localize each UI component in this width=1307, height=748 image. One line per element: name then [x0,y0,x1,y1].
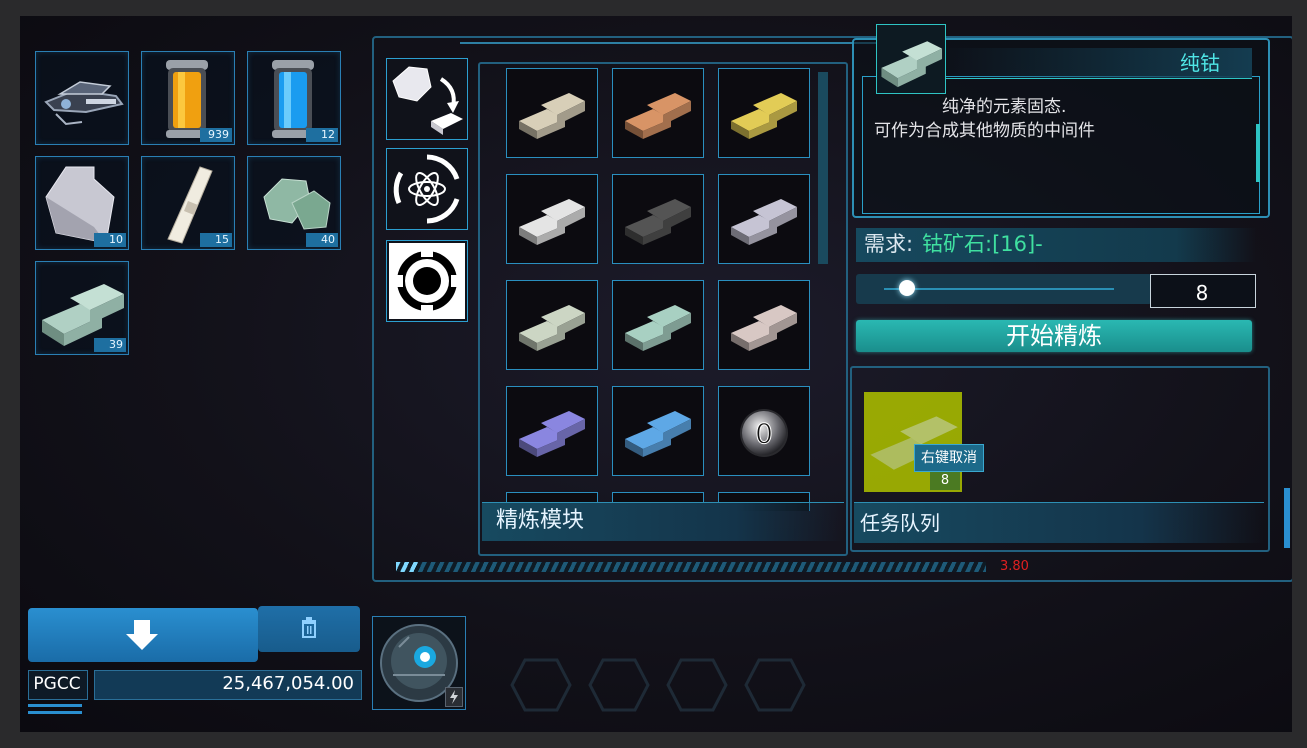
ingot-icon [731,305,797,351]
item-count: 39 [94,338,126,352]
inventory-slot-drone[interactable] [35,51,129,145]
description-line-2: 可作为合成其他物质的中间件 [874,121,1095,141]
recipe-slot-ingot[interactable] [506,174,598,264]
hex-slot-1[interactable] [510,658,572,712]
recipe-slot-ingot[interactable] [506,280,598,370]
hex-slot-3[interactable] [666,658,728,712]
panel-top-accent [460,42,880,44]
inventory-slot-orange-canister[interactable]: 939 [141,51,235,145]
hex-slot-4[interactable] [744,658,806,712]
module-core-button[interactable] [386,240,468,322]
quantity-value: 8 [1195,281,1209,305]
status-value: 3.80 [1000,559,1029,574]
detail-item-icon [876,24,946,94]
game-screen: 939 12 10 15 40 39 0 精炼模块 纯钴 纯净的元素固态. 可作… [20,16,1292,732]
ingot-icon [625,411,691,457]
atom-cycle-icon [393,154,460,224]
start-refine-label: 开始精炼 [1006,322,1102,350]
ingot-icon [519,305,585,351]
atom-recycle-button[interactable] [386,148,468,230]
recipe-slot-ingot[interactable] [612,280,704,370]
cancel-tooltip: 右键取消 [914,444,984,472]
right-edge-indicator [1284,488,1290,548]
ingot-icon [625,93,691,139]
ingot-icon [731,199,797,245]
inventory-slot-cobalt-ore[interactable]: 40 [247,156,341,250]
recipe-slot-ingot[interactable] [612,68,704,158]
menu-lines [28,704,82,707]
requirement-bar [856,228,1256,262]
refine-module-title: 精炼模块 [496,508,585,533]
inventory-slot-metal-plate[interactable]: 10 [35,156,129,250]
ingot-icon [731,93,797,139]
item-count: 939 [200,128,232,142]
drone-icon [44,81,124,126]
download-button[interactable] [28,608,258,662]
recipe-slot-zero-orb[interactable]: 0 [718,386,810,476]
queue-item-count: 8 [930,472,960,490]
item-count: 40 [306,233,338,247]
cobalt-ingot-icon [881,41,943,88]
ore-to-ingot-icon [392,66,463,135]
item-count: 12 [306,128,338,142]
requirement-label: 需求: [864,232,914,256]
recipe-slot-ingot[interactable] [718,174,810,264]
recipe-slot-ingot[interactable] [718,280,810,370]
recipe-slot-ingot[interactable] [718,68,810,158]
item-name: 纯钴 [1180,51,1220,75]
recipe-slot-ingot[interactable] [506,386,598,476]
progress-bar-start [396,562,418,572]
drone-portrait[interactable] [372,616,466,710]
lightning-icon [445,687,463,707]
zero-orb-icon: 0 [740,409,788,457]
ingot-icon [519,199,585,245]
inventory-slot-white-rod[interactable]: 15 [141,156,235,250]
inventory-slot-blue-canister[interactable]: 12 [247,51,341,145]
requirement-value: 钴矿石:[16]- [922,232,1043,256]
ingot-icon [519,93,585,139]
target-core-icon [389,243,465,319]
ingot-icon [625,199,691,245]
quantity-slider-handle[interactable] [899,280,915,296]
item-count: 10 [94,233,126,247]
recipe-slot-ingot[interactable] [506,68,598,158]
refine-scrollbar[interactable] [818,72,828,264]
zero-orb-label: 0 [755,417,773,450]
ingot-icon [519,411,585,457]
recipe-slot-ingot[interactable] [612,386,704,476]
detail-scroll-indicator[interactable] [1256,124,1260,182]
progress-bar [396,562,986,572]
hex-slot-2[interactable] [588,658,650,712]
currency-value: 25,467,054.00 [222,673,354,694]
inventory-slot-cobalt-ingot[interactable]: 39 [35,261,129,355]
ingot-icon [625,305,691,351]
trash-icon [302,617,316,638]
down-arrow-icon [126,620,158,650]
item-count: 15 [200,233,232,247]
description-line-1: 纯净的元素固态. [942,97,1067,117]
currency-label: PGCC [33,674,81,694]
delete-button[interactable] [258,606,360,652]
recipe-slot-ingot[interactable] [612,174,704,264]
quantity-slider[interactable] [884,288,1114,290]
refine-mode-button[interactable] [386,58,468,140]
queue-title: 任务队列 [860,511,940,535]
